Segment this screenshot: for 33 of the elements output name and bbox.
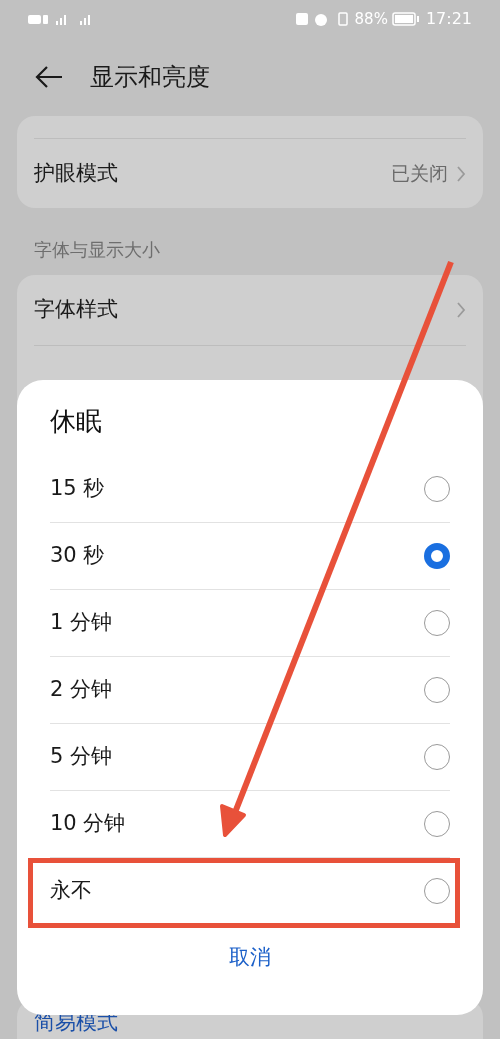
option-label: 10 分钟 xyxy=(50,810,127,838)
radio-unselected[interactable] xyxy=(424,475,450,502)
radio-unselected[interactable] xyxy=(424,811,450,837)
cancel-button[interactable]: 取消 xyxy=(209,934,291,982)
radio-unselected[interactable] xyxy=(424,878,450,904)
battery-percent: 88% xyxy=(354,8,388,30)
chevron-right-icon xyxy=(456,164,466,183)
option-label: 1 分钟 xyxy=(50,609,114,637)
option-row[interactable]: 2 分钟 xyxy=(50,656,450,723)
section-heading: 字体与显示大小 xyxy=(34,238,161,262)
page-title: 显示和亮度 xyxy=(90,62,210,93)
setting-label[interactable]: 字体样式 xyxy=(34,294,456,326)
radio-selected[interactable] xyxy=(424,543,450,569)
option-label: 2 分钟 xyxy=(50,676,114,704)
back-arrow-icon[interactable] xyxy=(34,65,64,89)
option-row[interactable]: 5 分钟 xyxy=(50,723,450,790)
option-label: 永不 xyxy=(50,877,93,905)
radio-unselected[interactable] xyxy=(424,677,450,703)
option-label: 15 秒 xyxy=(50,474,106,502)
dialog-title: 休眠 xyxy=(50,405,103,438)
chevron-right-icon xyxy=(456,301,466,319)
battery-icon xyxy=(391,12,420,26)
option-row[interactable]: 1 分钟 xyxy=(50,589,450,656)
setting-value: 已关闭 xyxy=(391,161,448,187)
clock: 17:21 xyxy=(425,8,472,30)
setting-label[interactable]: 护眼模式 xyxy=(34,157,391,190)
radio-unselected[interactable] xyxy=(424,610,450,636)
option-label: 30 秒 xyxy=(50,542,106,570)
option-row[interactable]: 30 秒 xyxy=(50,522,450,589)
radio-unselected[interactable] xyxy=(424,744,450,770)
option-label: 5 分钟 xyxy=(50,743,114,771)
option-row[interactable]: 永不 xyxy=(50,857,450,924)
option-row[interactable]: 15 秒 xyxy=(50,455,450,522)
